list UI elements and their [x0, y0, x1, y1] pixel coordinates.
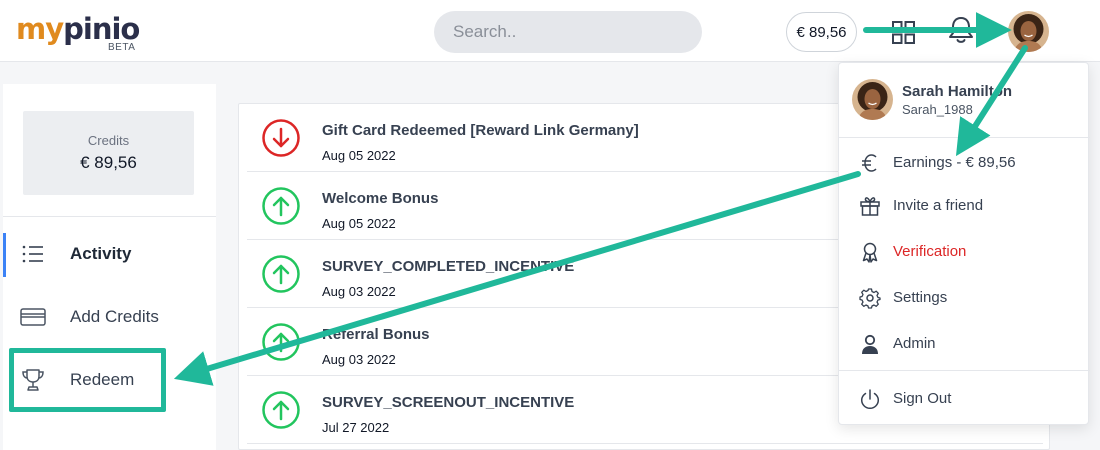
- top-header: mypinio BETA € 89,56: [0, 0, 1100, 62]
- menu-item-verification[interactable]: Verification: [839, 232, 1090, 272]
- sidebar-item-label: Add Credits: [70, 307, 159, 326]
- menu-item-label: Earnings - € 89,56: [893, 154, 1016, 171]
- gift-icon: [860, 197, 880, 216]
- transaction-date: Aug 05 2022: [322, 216, 396, 231]
- menu-item-label: Invite a friend: [893, 197, 984, 214]
- menu-item-earnings[interactable]: Earnings - € 89,56: [839, 143, 1090, 183]
- arrow-up-circle-icon: [262, 255, 300, 293]
- menu-item-label: Verification: [893, 243, 967, 260]
- menu-item-admin[interactable]: Admin: [839, 324, 1090, 364]
- user-menu: Sarah Hamilton Sarah_1988 Earnings - € 8…: [838, 62, 1090, 425]
- credit-card-icon: [20, 308, 46, 326]
- transaction-date: Aug 03 2022: [322, 352, 396, 367]
- annotation-highlight: [9, 348, 166, 412]
- logo-text: mypinio: [16, 12, 140, 46]
- bell-icon[interactable]: [947, 15, 975, 45]
- user-icon: [862, 334, 878, 354]
- sidebar-item-label: Activity: [70, 244, 132, 263]
- arrow-up-circle-icon: [262, 323, 300, 361]
- transaction-title: SURVEY_COMPLETED_INCENTIVE: [322, 258, 575, 275]
- menu-item-label: Sign Out: [893, 390, 952, 407]
- user-handle: Sarah_1988: [902, 102, 973, 117]
- menu-item-invite[interactable]: Invite a friend: [839, 186, 1090, 226]
- power-icon: [860, 389, 880, 410]
- arrow-down-circle-icon: [262, 119, 300, 157]
- gear-icon: [859, 288, 881, 309]
- beta-badge: BETA: [108, 42, 136, 53]
- sidebar-item-activity[interactable]: Activity: [3, 229, 216, 279]
- transaction-title: Welcome Bonus: [322, 190, 439, 207]
- credits-label: Credits: [87, 133, 130, 148]
- menu-item-label: Settings: [893, 289, 948, 306]
- list-icon: [22, 245, 43, 263]
- credits-value: € 89,56: [80, 153, 137, 172]
- transaction-title: Referral Bonus: [322, 326, 430, 343]
- transaction-title: SURVEY_SCREENOUT_INCENTIVE: [322, 394, 575, 411]
- brand-logo[interactable]: mypinio BETA: [16, 12, 140, 53]
- search-input[interactable]: [434, 11, 702, 53]
- balance-pill[interactable]: € 89,56: [786, 12, 857, 52]
- badge-icon: [862, 242, 878, 263]
- transaction-date: Jul 27 2022: [322, 420, 390, 435]
- menu-divider: [839, 137, 1090, 138]
- avatar[interactable]: [1008, 11, 1049, 52]
- arrow-up-circle-icon: [262, 391, 300, 429]
- euro-icon: [862, 154, 877, 172]
- transaction-date: Aug 03 2022: [322, 284, 396, 299]
- sidebar-item-add-credits[interactable]: Add Credits: [3, 292, 216, 342]
- transaction-title: Gift Card Redeemed [Reward Link Germany]: [322, 122, 639, 139]
- menu-item-label: Admin: [893, 335, 936, 352]
- arrow-up-circle-icon: [262, 187, 300, 225]
- avatar: [852, 79, 893, 120]
- menu-divider: [839, 370, 1090, 371]
- menu-item-settings[interactable]: Settings: [839, 278, 1090, 318]
- user-name: Sarah Hamilton: [902, 83, 1013, 100]
- avatar-image: [1008, 11, 1049, 52]
- menu-item-sign-out[interactable]: Sign Out: [839, 379, 1090, 419]
- grid-icon[interactable]: [892, 21, 915, 44]
- credits-card: Credits € 89,56: [23, 111, 194, 195]
- transaction-date: Aug 05 2022: [322, 148, 396, 163]
- sidebar-divider: [3, 216, 216, 217]
- avatar-image: [852, 79, 893, 120]
